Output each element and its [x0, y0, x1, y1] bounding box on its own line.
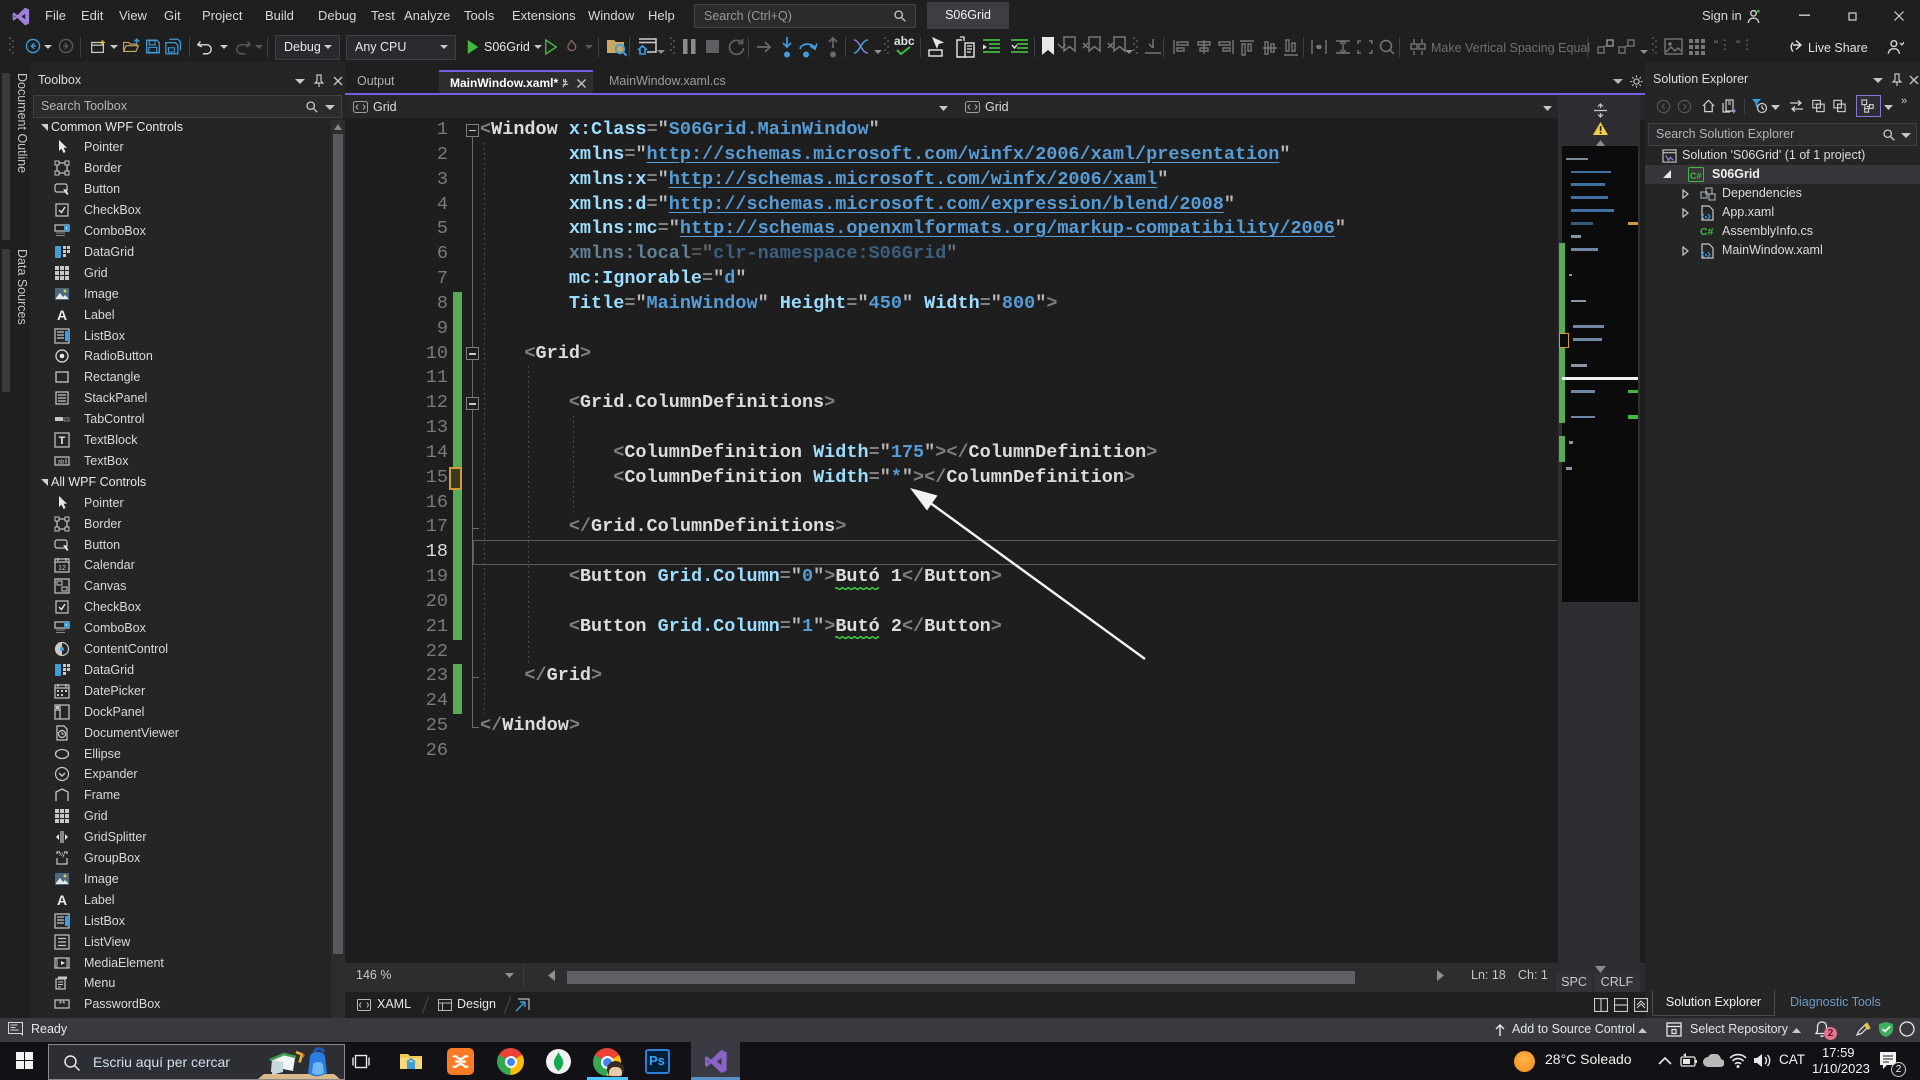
svg-text:xy: xy	[59, 852, 65, 858]
svg-text:**: **	[58, 999, 66, 1009]
svg-text:T: T	[59, 435, 66, 447]
svg-text:A: A	[57, 307, 67, 323]
svg-text:A: A	[57, 892, 67, 908]
svg-text:ab: ab	[58, 459, 65, 465]
svg-text:12: 12	[58, 565, 66, 572]
